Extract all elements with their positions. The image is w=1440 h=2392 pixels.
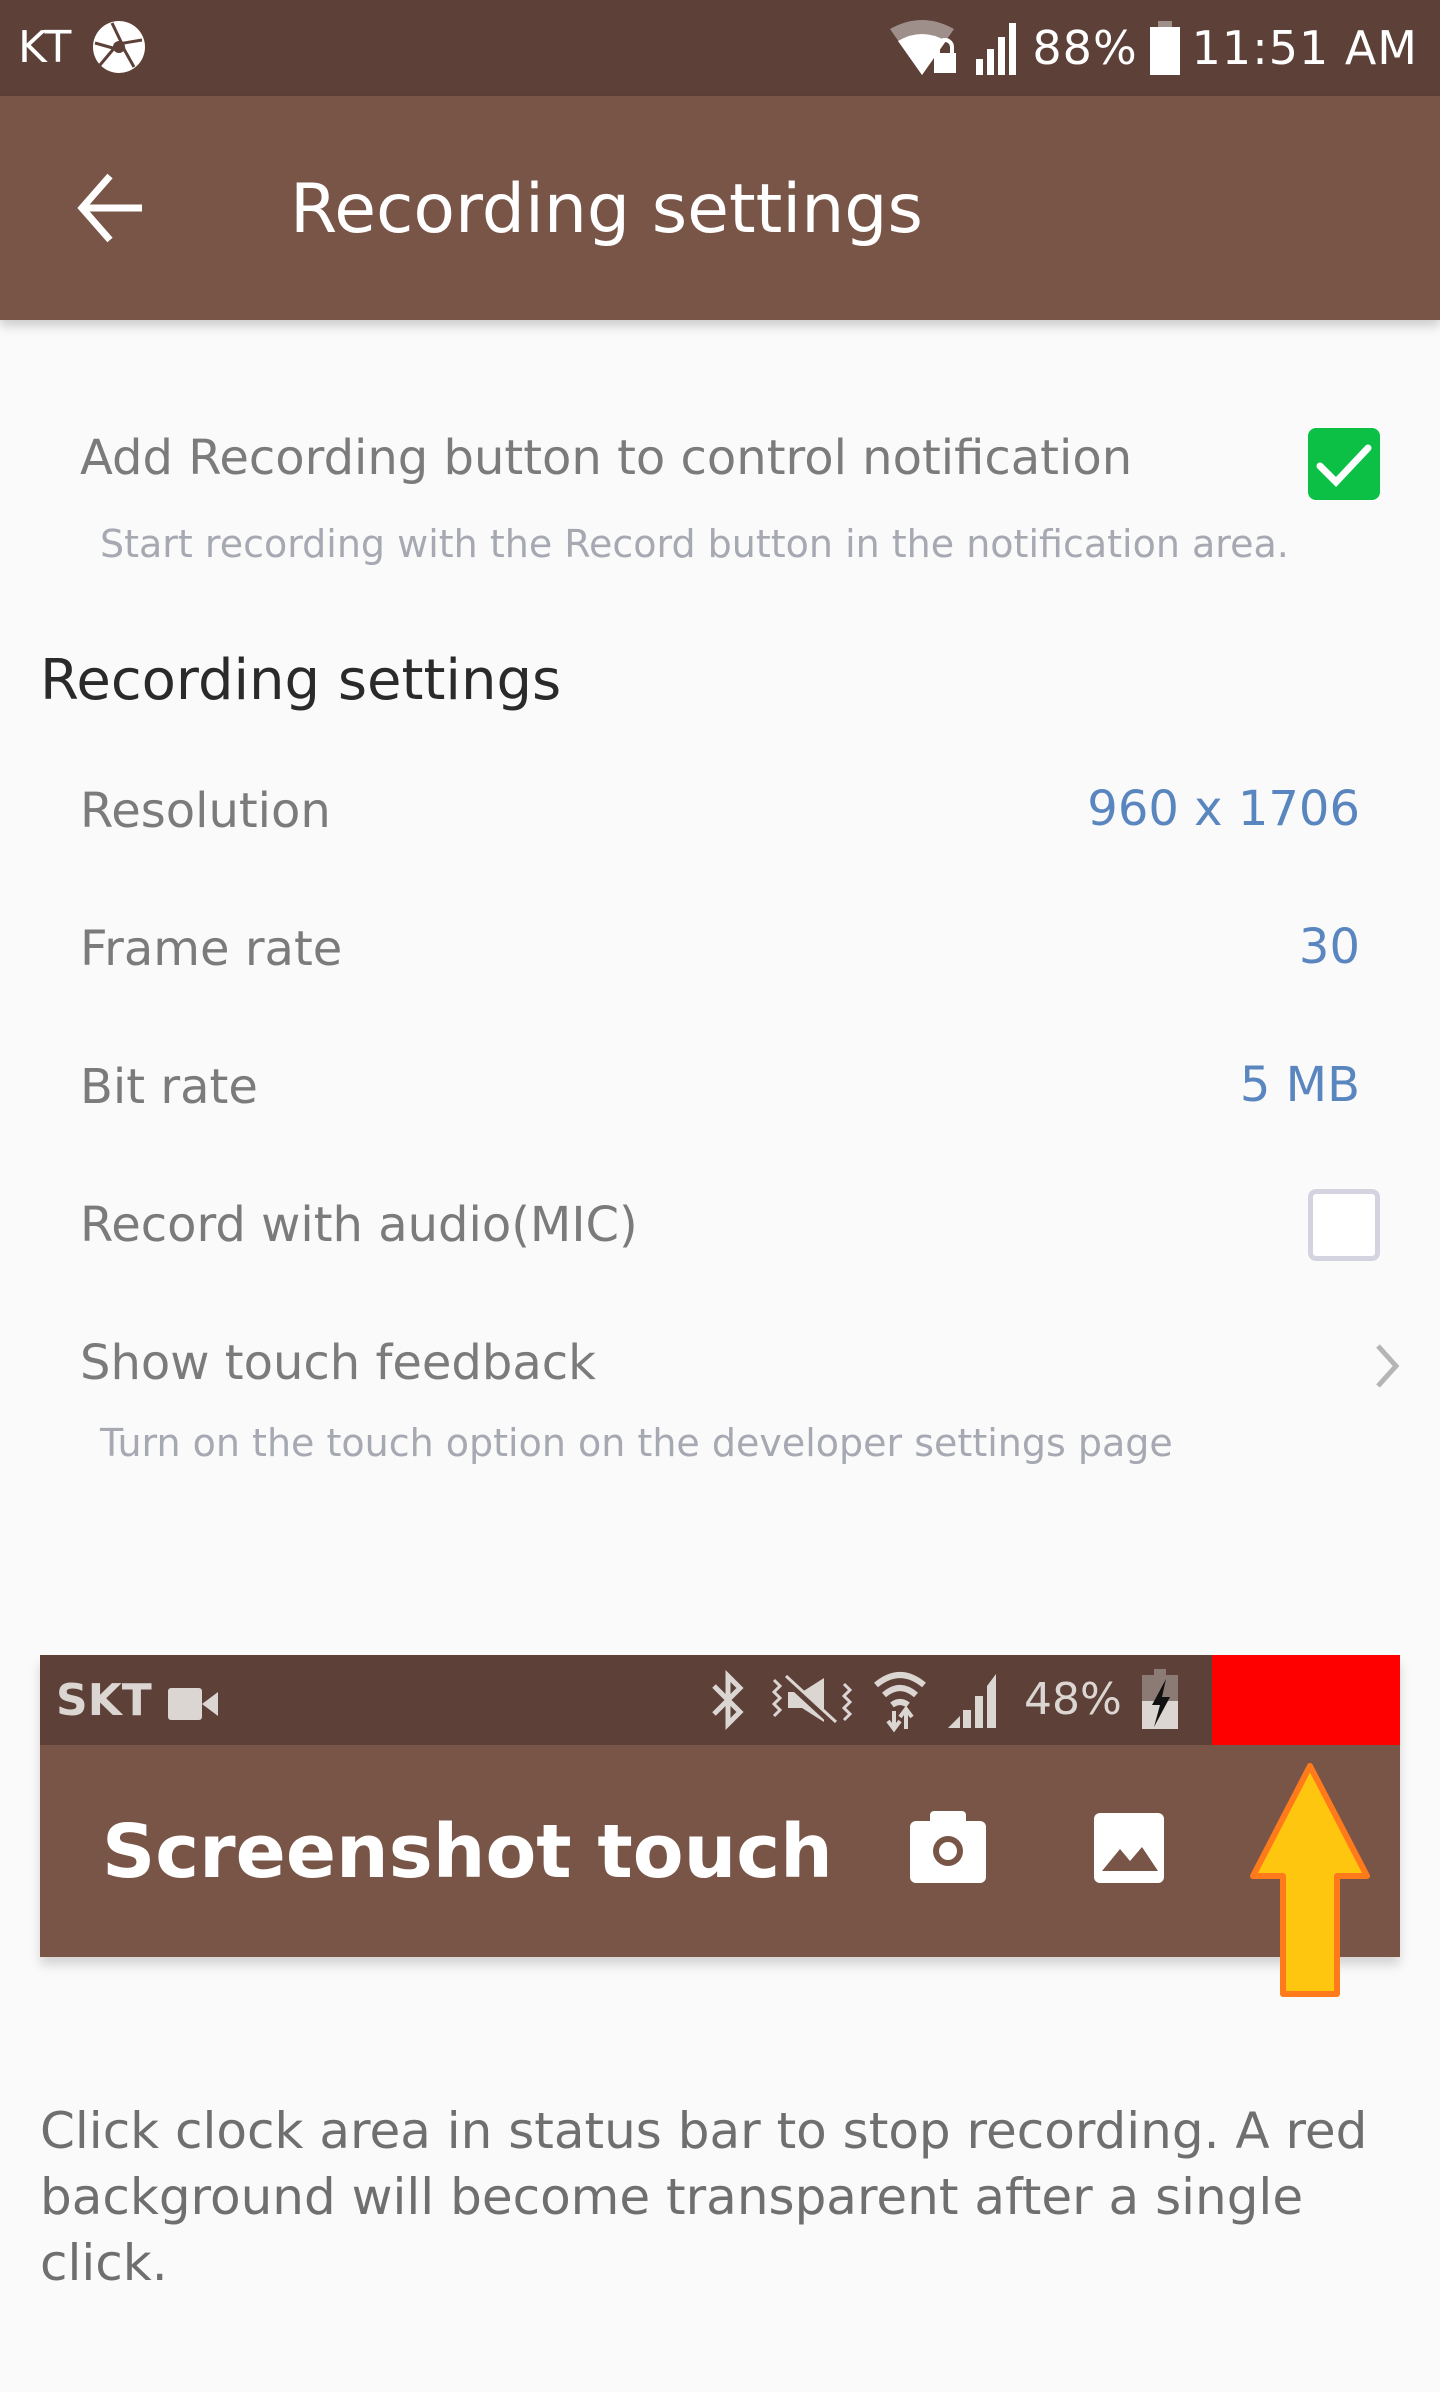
page-title: Recording settings [290,170,923,249]
preview-battery-percent: 48% [1024,1674,1122,1725]
frame-rate-row[interactable]: Frame rate 30 [0,913,1440,1003]
section-header: Recording settings [40,648,562,713]
footer-instruction-text: Click clock area in status bar to stop r… [40,2102,1368,2292]
audio-label: Record with audio(MIC) [80,1197,638,1253]
bit-rate-label: Bit rate [80,1059,258,1115]
touch-feedback-subtitle: Turn on the touch option on the develope… [100,1421,1173,1465]
battery-icon [1149,21,1180,75]
audio-checkbox[interactable] [1308,1189,1380,1261]
preview-status-bar: SKT 48% [40,1655,1400,1745]
notification-option-title: Add Recording button to control notifica… [80,430,1133,486]
bit-rate-row[interactable]: Bit rate 5 MB [0,1051,1440,1141]
camera-icon [910,1811,986,1883]
resolution-value: 960 x 1706 [1087,781,1360,837]
checkmark-icon [1316,444,1372,488]
wifi-transfer-icon [874,1672,926,1733]
app-bar: Recording settings [0,96,1440,320]
preview-carrier-label: SKT [56,1675,152,1726]
aperture-icon [93,21,145,73]
resolution-row[interactable]: Resolution 960 x 1706 [0,775,1440,865]
videocam-icon [168,1688,218,1720]
preview-app-bar: Screenshot touch [40,1745,1400,1957]
notification-checkbox[interactable] [1308,428,1380,500]
audio-row[interactable]: Record with audio(MIC) [0,1189,1440,1289]
frame-rate-label: Frame rate [80,921,343,977]
wifi-lock-icon [890,20,957,75]
clock[interactable]: 11:51 AM [1192,18,1418,78]
signal-icon [976,23,1017,75]
preview-signal-icon [948,1674,996,1728]
clock-area-highlight[interactable] [1212,1655,1400,1745]
preview-status-icons: 48% [708,1669,1178,1733]
frame-rate-value: 30 [1298,919,1360,975]
battery-charging-icon [1141,1669,1178,1729]
touch-feedback-label: Show touch feedback [80,1335,596,1391]
resolution-label: Resolution [80,783,331,839]
status-bar: KT 88% 11:51 AM [0,0,1440,96]
carrier-label: KT [18,22,73,73]
gallery-icon [1094,1813,1164,1883]
arrow-up-annotation-icon [1250,1763,1370,1997]
status-right: 88% 11:51 AM [888,18,1418,78]
preview-app-title: Screenshot touch [102,1809,833,1895]
battery-percent: 88% [1032,21,1138,75]
instruction-preview-image: SKT 48% Screenshot touch [40,1655,1400,1957]
touch-feedback-row[interactable]: Show touch feedback Turn on the touch op… [0,1335,1440,1495]
bluetooth-icon [712,1670,744,1730]
notification-option-row[interactable]: Add Recording button to control notifica… [0,420,1440,590]
notification-option-subtitle: Start recording with the Record button i… [100,522,1289,566]
chevron-right-icon[interactable] [1372,1342,1402,1390]
back-arrow-icon[interactable] [70,166,154,250]
bit-rate-value: 5 MB [1239,1057,1360,1113]
vibrate-mute-icon [771,1674,852,1727]
